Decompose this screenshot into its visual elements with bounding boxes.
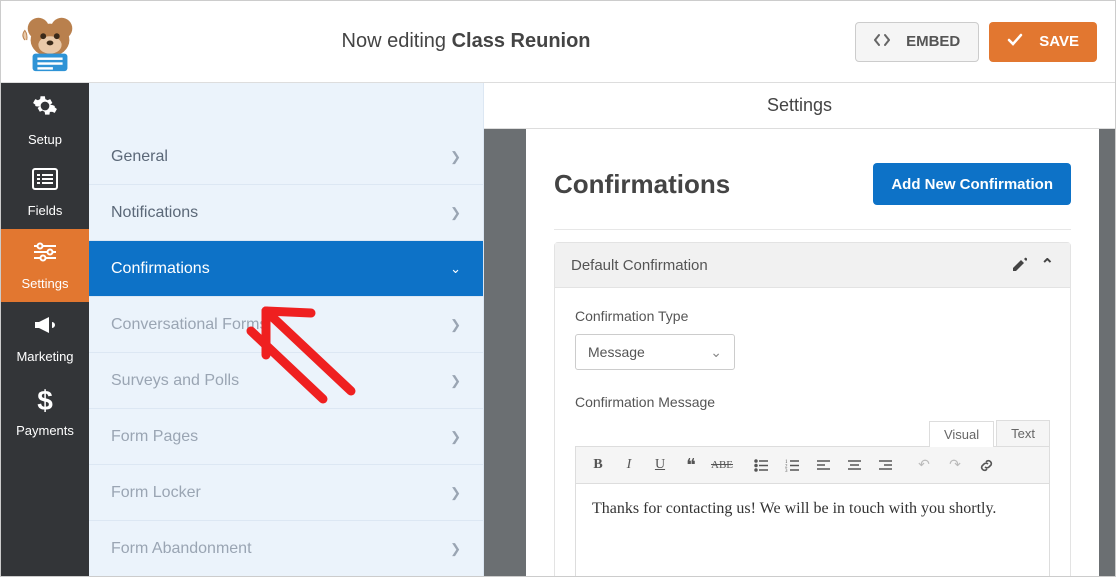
rail-item-settings[interactable]: Settings [1,229,89,302]
chevron-right-icon: ❯ [450,205,461,221]
chevron-right-icon: ❯ [450,541,461,557]
message-editor[interactable]: Thanks for contacting us! We will be in … [575,484,1050,576]
align-left-button[interactable] [809,451,837,479]
code-icon [874,33,898,51]
chevron-right-icon: ❯ [450,429,461,445]
bullet-list-button[interactable] [747,451,775,479]
confirmation-card: Default Confirmation ⌃ Confirmation Type… [554,242,1071,576]
rail-item-marketing[interactable]: Marketing [1,302,89,375]
check-icon [1007,33,1031,51]
rail-item-payments[interactable]: $ Payments [1,375,89,448]
gear-icon [32,93,58,126]
form-name: Class Reunion [452,30,591,52]
confirmation-type-select[interactable]: Message ⌄ [575,334,735,370]
dollar-icon: $ [37,385,53,417]
main-area: Settings Confirmations Add New Confirmat… [484,83,1115,576]
type-label: Confirmation Type [575,308,1050,324]
italic-button[interactable]: I [615,451,643,479]
link-button[interactable] [972,451,1000,479]
app-logo [19,11,81,73]
embed-button[interactable]: EMBED [855,22,979,62]
submenu-item-form-pages[interactable]: Form Pages ❯ [89,409,483,465]
add-confirmation-button[interactable]: Add New Confirmation [873,163,1071,205]
underline-button[interactable]: U [646,451,674,479]
collapse-icon[interactable]: ⌃ [1041,255,1054,275]
settings-submenu: General ❯ Notifications ❯ Confirmations … [89,83,484,576]
tab-text[interactable]: Text [996,420,1050,446]
submenu-item-notifications[interactable]: Notifications ❯ [89,185,483,241]
strikethrough-button[interactable]: ABE [708,451,736,479]
bullhorn-icon [32,314,58,343]
left-nav-rail: Setup Fields Settings Marketing [1,83,89,576]
chevron-right-icon: ❯ [450,485,461,501]
chevron-right-icon: ❯ [450,317,461,333]
rail-item-setup[interactable]: Setup [1,83,89,156]
list-icon [32,168,58,197]
form-title: Now editing Class Reunion [87,30,845,53]
align-right-button[interactable] [871,451,899,479]
bold-button[interactable]: B [584,451,612,479]
submenu-item-form-abandonment[interactable]: Form Abandonment ❯ [89,521,483,577]
numbered-list-button[interactable]: 123 [778,451,806,479]
submenu-item-form-locker[interactable]: Form Locker ❯ [89,465,483,521]
top-bar: Now editing Class Reunion EMBED SAVE [1,1,1115,83]
card-header: Default Confirmation ⌃ [555,243,1070,288]
sliders-icon [32,241,58,270]
card-title: Default Confirmation [571,257,708,274]
chevron-down-icon: ⌄ [450,261,461,277]
submenu-item-general[interactable]: General ❯ [89,129,483,185]
chevron-right-icon: ❯ [450,149,461,165]
message-label: Confirmation Message [575,394,1050,410]
edit-icon[interactable] [1013,257,1027,274]
app-frame: Now editing Class Reunion EMBED SAVE Set… [0,0,1116,577]
chevron-right-icon: ❯ [450,373,461,389]
undo-button[interactable]: ↶ [910,451,938,479]
redo-button[interactable]: ↷ [941,451,969,479]
quote-button[interactable]: ❝ [677,451,705,479]
editor-toolbar: B I U ❝ ABE 123 ↶ [575,446,1050,484]
panel-title: Confirmations [554,169,730,200]
submenu-item-conversational-forms[interactable]: Conversational Forms ❯ [89,297,483,353]
submenu-item-confirmations[interactable]: Confirmations ⌄ [89,241,483,297]
align-center-button[interactable] [840,451,868,479]
editor-tabs: Visual Text [575,420,1050,446]
tab-visual[interactable]: Visual [929,421,994,447]
rail-item-fields[interactable]: Fields [1,156,89,229]
svg-text:3: 3 [785,469,788,473]
chevron-down-icon: ⌄ [710,344,722,361]
content-area: Setup Fields Settings Marketing [1,83,1115,576]
submenu-item-surveys[interactable]: Surveys and Polls ❯ [89,353,483,409]
editing-prefix: Now editing [342,30,452,52]
settings-header: Settings [484,83,1115,129]
confirmations-panel: Confirmations Add New Confirmation Defau… [526,129,1099,576]
save-button[interactable]: SAVE [989,22,1097,62]
